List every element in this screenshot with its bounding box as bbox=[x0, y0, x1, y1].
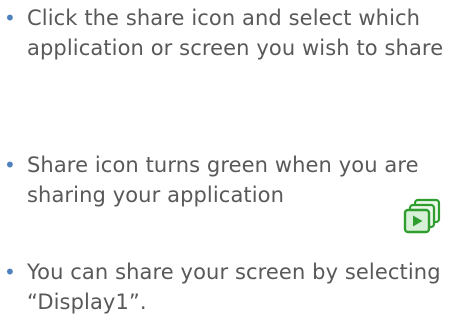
bullet-item-share-icon-green: • Share icon turns green when you are sh… bbox=[0, 150, 449, 214]
bullet-text: Share icon turns green when you are shar… bbox=[27, 153, 419, 207]
bullet-point: • bbox=[4, 6, 16, 30]
bullet-point: • bbox=[4, 260, 16, 284]
share-screen-icon[interactable] bbox=[401, 196, 446, 238]
bullet-text: You can share your screen by selecting “… bbox=[27, 260, 441, 314]
bullet-item-display1: • You can share your screen by selecting… bbox=[0, 257, 449, 321]
bullet-text: Click the share icon and select which ap… bbox=[27, 6, 444, 60]
slide: • Click the share icon and select which … bbox=[0, 0, 449, 326]
bullet-item-share-instructions: • Click the share icon and select which … bbox=[0, 3, 449, 99]
bullet-point: • bbox=[4, 153, 16, 177]
